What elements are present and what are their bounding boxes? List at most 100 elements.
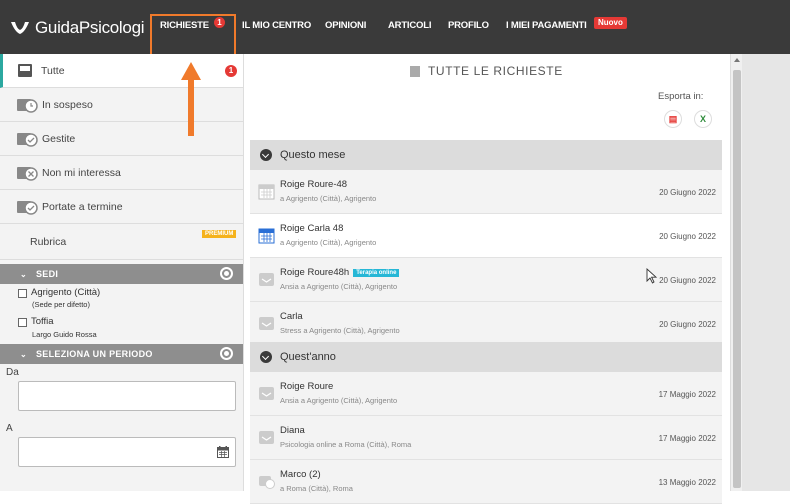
nav-opinioni[interactable]: OPINIONI <box>325 20 366 31</box>
completed-icon <box>17 200 38 215</box>
request-row[interactable]: Roige Roure Ansia a Agrigento (Città), A… <box>250 372 722 416</box>
envelope-icon <box>259 387 274 400</box>
request-name-text: Roige Roure48h <box>280 267 350 278</box>
sede-sub: (Sede per difetto) <box>32 300 90 309</box>
scrollbar-thumb[interactable] <box>733 70 741 488</box>
mouse-cursor-icon <box>646 268 658 284</box>
request-sub: a Roma (Città), Roma <box>280 484 353 493</box>
sede-option-toffia[interactable]: Toffia <box>18 316 54 327</box>
logo-text: GuidaPsicologi <box>35 18 145 37</box>
request-name: Marco (2) <box>280 469 321 480</box>
request-sub: Ansia a Agrigento (Città), Agrigento <box>280 282 398 291</box>
sidebar-item-tutte[interactable]: Tutte 1 <box>0 54 243 88</box>
checkbox[interactable] <box>18 289 27 298</box>
request-date: 17 Maggio 2022 <box>658 390 716 399</box>
envelope-icon <box>259 273 274 286</box>
sidebar: Tutte 1 In sospeso Gestite Non mi intere… <box>0 54 244 491</box>
request-date: 20 Giugno 2022 <box>659 232 716 241</box>
not-interested-icon <box>17 166 38 181</box>
request-name: Roige Roure <box>280 381 333 392</box>
sidebar-item-rubrica[interactable]: Rubrica PREMIUM <box>0 224 243 260</box>
page-title: TUTTE LE RICHIESTE <box>410 64 563 78</box>
request-name: Carla <box>280 311 303 322</box>
chevron-circle-icon <box>260 351 272 363</box>
section-title: SELEZIONA UN PERIODO <box>36 349 153 359</box>
sidebar-item-label: Rubrica <box>30 235 67 248</box>
right-gutter <box>742 54 790 491</box>
sidebar-item-label: Non mi interessa <box>42 166 121 179</box>
request-name-text: Diana <box>280 425 305 436</box>
page-title-text: TUTTE LE RICHIESTE <box>428 64 563 78</box>
envelope-icon <box>259 317 274 330</box>
sidebar-item-label: Portate a termine <box>42 200 123 213</box>
request-name-text: Carla <box>280 311 303 322</box>
request-sub: a Agrigento (Città), Agrigento <box>280 194 377 203</box>
request-name-text: Roige Roure-48 <box>280 179 348 190</box>
sidebar-item-portate-a-termine[interactable]: Portate a termine <box>0 190 243 224</box>
scrollbar[interactable] <box>730 54 742 491</box>
request-row[interactable]: Diana Psicologia online a Roma (Città), … <box>250 416 722 460</box>
sidebar-item-label: Gestite <box>42 132 76 145</box>
section-header-periodo[interactable]: ⌄ SELEZIONA UN PERIODO <box>0 344 243 364</box>
group-header[interactable]: Quest'anno <box>250 342 722 372</box>
pdf-export-icon[interactable]: ▤ <box>664 110 682 128</box>
request-row[interactable]: Carla Stress a Agrigento (Città), Agrige… <box>250 302 722 346</box>
section-header-sedi[interactable]: ⌄ SEDI <box>0 264 243 284</box>
group-title: Quest'anno <box>280 351 336 363</box>
nav-profilo[interactable]: PROFILO <box>448 20 489 31</box>
calendar-icon[interactable] <box>217 446 229 458</box>
sede-option-agrigento[interactable]: Agrigento (Città) <box>18 287 100 298</box>
section-title: SEDI <box>36 269 59 279</box>
nav-il-mio-centro[interactable]: IL MIO CENTRO <box>242 20 311 31</box>
to-date-input[interactable] <box>18 437 236 467</box>
request-name: Roige Roure48h Terapia online <box>280 267 400 278</box>
calendar-icon <box>258 228 275 244</box>
request-name-text: Roige Carla 48 <box>280 223 344 234</box>
target-icon[interactable] <box>220 347 233 360</box>
sede-label: Agrigento (Città) <box>31 287 101 298</box>
from-date-input[interactable] <box>18 381 236 411</box>
target-icon[interactable] <box>220 267 233 280</box>
from-label: Da <box>6 367 19 378</box>
logo[interactable]: GuidaPsicologi <box>10 18 145 38</box>
chevron-down-icon: ⌄ <box>20 349 27 359</box>
new-badge: Nuovo <box>594 17 627 29</box>
pending-icon <box>17 98 38 113</box>
request-sub: Stress a Agrigento (Città), Agrigento <box>280 326 400 335</box>
group-header[interactable]: Questo mese <box>250 140 722 170</box>
annotation-highlight-box <box>150 14 236 56</box>
request-name: Roige Roure-48 <box>280 179 347 190</box>
terapia-online-tag: Terapia online <box>353 268 400 277</box>
request-row[interactable]: Roige Roure-48 a Agrigento (Città), Agri… <box>250 170 722 214</box>
sidebar-badge: 1 <box>225 64 237 77</box>
scroll-up-arrow-icon[interactable] <box>734 58 740 62</box>
request-date: 20 Giugno 2022 <box>659 188 716 197</box>
premium-badge: PREMIUM <box>202 230 237 238</box>
document-icon <box>410 65 420 77</box>
export-label: Esporta in: <box>658 91 704 102</box>
top-navbar: GuidaPsicologi RICHIESTE 1 IL MIO CENTRO… <box>0 0 790 54</box>
request-date: 20 Giugno 2022 <box>659 276 716 285</box>
request-row[interactable]: Marco (2) a Roma (Città), Roma 13 Maggio… <box>250 460 722 504</box>
request-sub: Psicologia online a Roma (Città), Roma <box>280 440 412 449</box>
sidebar-item-gestite[interactable]: Gestite <box>0 122 243 156</box>
handled-icon <box>17 132 38 147</box>
request-row[interactable]: Roige Carla 48 a Agrigento (Città), Agri… <box>250 214 722 258</box>
request-name-text: Marco (2) <box>280 469 321 480</box>
nav-i-miei-pagamenti[interactable]: I MIEI PAGAMENTI <box>506 20 587 31</box>
checkbox[interactable] <box>18 318 27 327</box>
conversation-icon <box>259 476 275 489</box>
request-name: Roige Carla 48 <box>280 223 343 234</box>
to-label: A <box>6 423 13 434</box>
excel-export-icon[interactable]: X <box>694 110 712 128</box>
request-date: 20 Giugno 2022 <box>659 320 716 329</box>
group-title: Questo mese <box>280 149 346 161</box>
chevron-down-icon: ⌄ <box>20 269 27 279</box>
sede-sub: Largo Guido Rossa <box>32 330 97 339</box>
logo-icon <box>11 22 29 34</box>
request-name: Diana <box>280 425 305 436</box>
sidebar-item-in-sospeso[interactable]: In sospeso <box>0 88 243 122</box>
nav-articoli[interactable]: ARTICOLI <box>388 20 431 31</box>
sidebar-item-non-mi-interessa[interactable]: Non mi interessa <box>0 156 243 190</box>
request-name-text: Roige Roure <box>280 381 334 392</box>
